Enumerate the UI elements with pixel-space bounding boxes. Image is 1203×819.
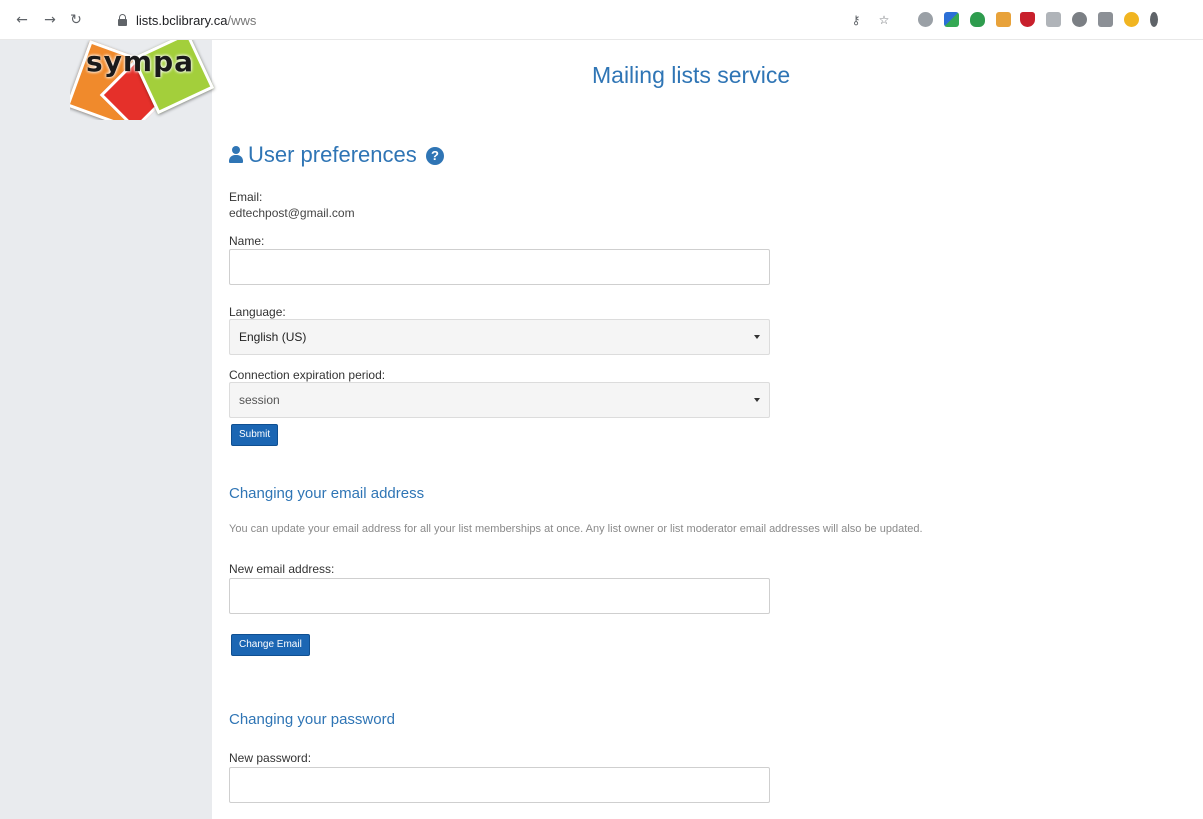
change-email-button[interactable]: Change Email [231, 634, 310, 656]
change-password-heading: Changing your password [229, 711, 395, 728]
name-input[interactable] [229, 249, 770, 285]
main-content: Mailing lists service User preferences ?… [212, 40, 1203, 819]
url-path: /wws [227, 13, 257, 28]
language-selected-value: English (US) [239, 330, 307, 344]
forward-arrow-icon[interactable]: → [40, 10, 60, 30]
expiration-label: Connection expiration period: [229, 368, 386, 382]
reload-icon[interactable]: ↻ [66, 10, 86, 30]
change-email-heading: Changing your email address [229, 485, 425, 502]
profile-edge-icon[interactable] [1150, 12, 1158, 27]
expiration-select[interactable]: session [229, 382, 770, 418]
question-circle-icon[interactable]: ? [426, 147, 444, 165]
submit-button[interactable]: Submit [231, 424, 279, 446]
preferences-heading: User preferences [248, 142, 417, 167]
key-icon[interactable]: ⚷ [848, 12, 864, 28]
comment-extension-icon[interactable] [1046, 12, 1061, 27]
email-value: edtechpost@gmail.com [229, 206, 355, 220]
star-icon[interactable]: ☆ [876, 12, 892, 28]
left-sidebar [0, 40, 212, 819]
shield-extension-icon[interactable] [1020, 12, 1035, 27]
chevron-down-icon [754, 335, 760, 339]
extension-yellow-icon[interactable] [1124, 12, 1139, 27]
name-label: Name: [229, 234, 265, 248]
new-password-input[interactable] [229, 767, 770, 803]
chevron-down-icon [754, 398, 760, 402]
evernote-icon[interactable] [970, 12, 985, 27]
new-email-input[interactable] [229, 578, 770, 614]
browser-toolbar: ← → ↻ lists.bclibrary.ca/wws ⚷ ☆ [0, 0, 1203, 40]
expiration-selected-value: session [239, 393, 280, 407]
language-label: Language: [229, 305, 286, 319]
email-label: Email: [229, 190, 263, 204]
language-select[interactable]: English (US) [229, 319, 770, 355]
logo-text: sympa [86, 45, 195, 78]
back-arrow-icon[interactable]: ← [12, 10, 32, 30]
address-bar[interactable]: lists.bclibrary.ca/wws [112, 10, 872, 32]
url-host: lists.bclibrary.ca [136, 13, 228, 28]
extension-blue-green-icon[interactable] [944, 12, 959, 27]
extension-grey2-icon[interactable] [1098, 12, 1113, 27]
new-password-label: New password: [229, 751, 312, 765]
extension-dark-icon[interactable] [1072, 12, 1087, 27]
user-icon [229, 146, 243, 163]
lock-icon [118, 14, 127, 26]
new-email-label: New email address: [229, 562, 335, 576]
extension-grey-icon[interactable] [918, 12, 933, 27]
extension-orange-icon[interactable] [996, 12, 1011, 27]
sympa-logo[interactable]: sympa [70, 40, 220, 120]
url-text: lists.bclibrary.ca/wws [136, 13, 256, 28]
page-title: Mailing lists service [592, 62, 791, 88]
change-email-note: You can update your email address for al… [229, 523, 923, 535]
